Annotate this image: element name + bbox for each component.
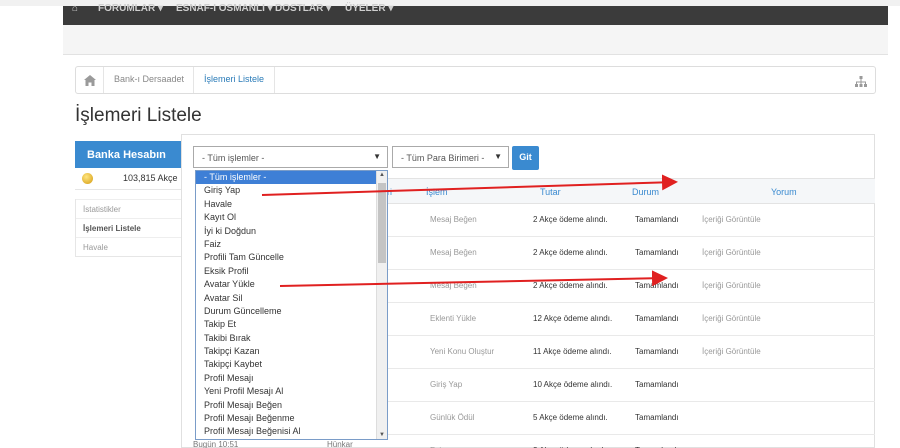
coin-icon [82,173,93,184]
nav-esnaf[interactable]: ESNAF-I OSMANLI ▾ [176,4,273,14]
bank-sidebar: Banka Hesabın 103,815 Akçe İstatistikler… [75,141,182,257]
top-navigation: ⌂ FORUMLAR ▾ ESNAF-I OSMANLI ▾ DOSTLAR ▾… [63,4,888,25]
dropdown-option[interactable]: Profil Mesajı [196,372,387,385]
row-durum: Tamamlandı [635,380,679,389]
dropdown-option[interactable]: Giriş Yap [196,184,387,197]
row-islem: Yeni Konu Oluştur [430,347,495,356]
dropdown-option[interactable]: Takibi Bırak [196,332,387,345]
nav-dostlar[interactable]: DOSTLAR ▾ [275,4,331,14]
table-row: Yeni Konu Oluştur 11 Akçe ödeme alındı. Ta… [382,336,875,369]
row-durum: Tamamlandı [635,215,679,224]
dropdown-option[interactable]: - Tüm işlemler - [196,171,387,185]
row-tutar: 5 Akçe ödeme alındı. [533,413,608,422]
sidebar-item-transfer[interactable]: Havale [76,237,181,256]
row-islem: Mesaj Beğen [430,281,477,290]
dropdown-option[interactable]: Profil Mesajı Beğenme [196,412,387,425]
row-tutar: 2 Akçe ödeme alındı. [533,248,608,257]
row-yorum-link[interactable]: İçeriği Görüntüle [702,281,761,290]
dropdown-option[interactable]: Durum Güncelleme [196,305,387,318]
home-icon[interactable] [84,73,96,91]
row-islem: Mesaj Beğen [430,215,477,224]
transaction-type-dropdown[interactable]: - Tüm işlemler - Giriş Yap Havale Kayıt Ol İ… [195,170,388,440]
go-button[interactable]: Git [512,146,539,170]
row-tutar: 2 Akçe ödeme alındı. [533,215,608,224]
row-tutar: 12 Akçe ödeme alındı. [533,314,613,323]
dropdown-option[interactable]: Yeni Profil Mesajı Al [196,385,387,398]
dropdown-option[interactable]: Eksik Profil [196,265,387,278]
row-user[interactable]: Hünkar [327,440,353,448]
sub-header-bar [63,25,888,55]
row-yorum-link[interactable]: İçeriği Görüntüle [702,347,761,356]
dropdown-option[interactable]: Profil Mesajı Beğen [196,399,387,412]
sidebar-item-transactions[interactable]: İşlemeri Listele [76,218,181,237]
dropdown-option[interactable]: Avatar Sil [196,292,387,305]
row-tutar: 2 Akçe ödeme alındı. [533,281,608,290]
table-row: Mesaj Beğen 2 Akçe ödeme alındı. Tamamland… [382,204,875,237]
row-yorum-link[interactable]: İçeriği Görüntüle [702,215,761,224]
row-durum: Tamamlandı [635,314,679,323]
scroll-up-icon[interactable]: ▲ [379,172,385,178]
header-durum[interactable]: Durum [632,187,659,197]
dropdown-option[interactable]: Kayıt Ol [196,211,387,224]
nav-forumlar[interactable]: FORUMLAR ▾ [98,4,163,14]
table-row: Mesaj Beğen 2 Akçe ödeme alındı. Tamamland… [382,237,875,270]
header-islem[interactable]: İşlem [426,187,448,197]
table-row: Faiz3 Akçe ödeme alındı.Tamamlandı [382,435,875,448]
breadcrumb-current[interactable]: İşlemeri Listele [204,74,264,84]
sitemap-icon[interactable] [855,74,867,92]
sidebar-item-statistics[interactable]: İstatistikler [76,199,181,218]
row-tutar: 11 Akçe ödeme alındı. [533,347,612,356]
breadcrumb: Bank-ı Dersaadet İşlemeri Listele [75,66,876,94]
row-tutar: 10 Akçe ödeme alındı. [533,380,613,389]
balance-value: 103,815 Akçe [123,173,178,183]
dropdown-option[interactable]: Avatar Yükle [196,278,387,291]
currency-select[interactable]: - Tüm Para Birimeri - ▼ [392,146,509,168]
dropdown-option[interactable]: Faiz [196,238,387,251]
table-row: Günlük Ödül 5 Akçe ödeme alındı. Tamamland… [382,402,875,435]
row-date: Bugün 10:51 [193,440,239,448]
header-tutar[interactable]: Tutar [540,187,561,197]
chevron-down-icon: ▼ [494,152,502,161]
row-durum: Tamamlandı [635,281,679,290]
table-row: Mesaj Beğen 2 Akçe ödeme alındı. Tamamland… [382,270,875,303]
sidebar-title: Banka Hesabın [75,141,182,168]
row-islem: Günlük Ödül [430,413,475,422]
row-durum: Tamamlandı [635,413,679,422]
table-row: Eklenti Yükle 12 Akçe ödeme alındı. Tamaml… [382,303,875,336]
dropdown-option[interactable]: Havale [196,198,387,211]
chevron-down-icon: ▼ [373,152,381,161]
dropdown-option[interactable]: İyi ki Doğdun [196,225,387,238]
row-yorum-link[interactable]: İçeriği Görüntüle [702,314,761,323]
row-islem: Giriş Yap [430,380,463,389]
header-yorum[interactable]: Yorum [771,187,797,197]
dropdown-option[interactable]: Takip Et [196,318,387,331]
dropdown-option[interactable]: Profili Tam Güncelle [196,251,387,264]
dropdown-scrollbar[interactable]: ▲ ▼ [376,171,387,439]
row-yorum-link[interactable]: İçeriği Görüntüle [702,248,761,257]
row-durum: Tamamlandı [635,347,679,356]
table-header: eri İşlem Tutar Durum Yorum [382,178,875,204]
dropdown-option[interactable]: Profil Mesajı Beğenisi Al [196,425,387,438]
home-nav-icon[interactable]: ⌂ [72,4,78,14]
scroll-down-icon[interactable]: ▼ [379,432,385,438]
row-islem: Eklenti Yükle [430,314,477,323]
row-islem: Mesaj Beğen [430,248,477,257]
breadcrumb-bank[interactable]: Bank-ı Dersaadet [114,74,184,84]
dropdown-option[interactable]: Takipçi Kazan [196,345,387,358]
nav-uyeler[interactable]: ÜYELER ▾ [345,4,393,14]
table-row: Giriş Yap 10 Akçe ödeme alındı. Tamamlandı [382,369,875,402]
dropdown-option[interactable]: Takipçi Kaybet [196,358,387,371]
transaction-type-select[interactable]: - Tüm işlemler - ▼ [193,146,388,168]
page-title: İşlemeri Listele [75,105,202,126]
balance-row: 103,815 Akçe [75,168,182,190]
scroll-thumb[interactable] [378,183,386,263]
sidebar-links: İstatistikler İşlemeri Listele Havale [75,199,182,257]
row-durum: Tamamlandı [635,248,679,257]
